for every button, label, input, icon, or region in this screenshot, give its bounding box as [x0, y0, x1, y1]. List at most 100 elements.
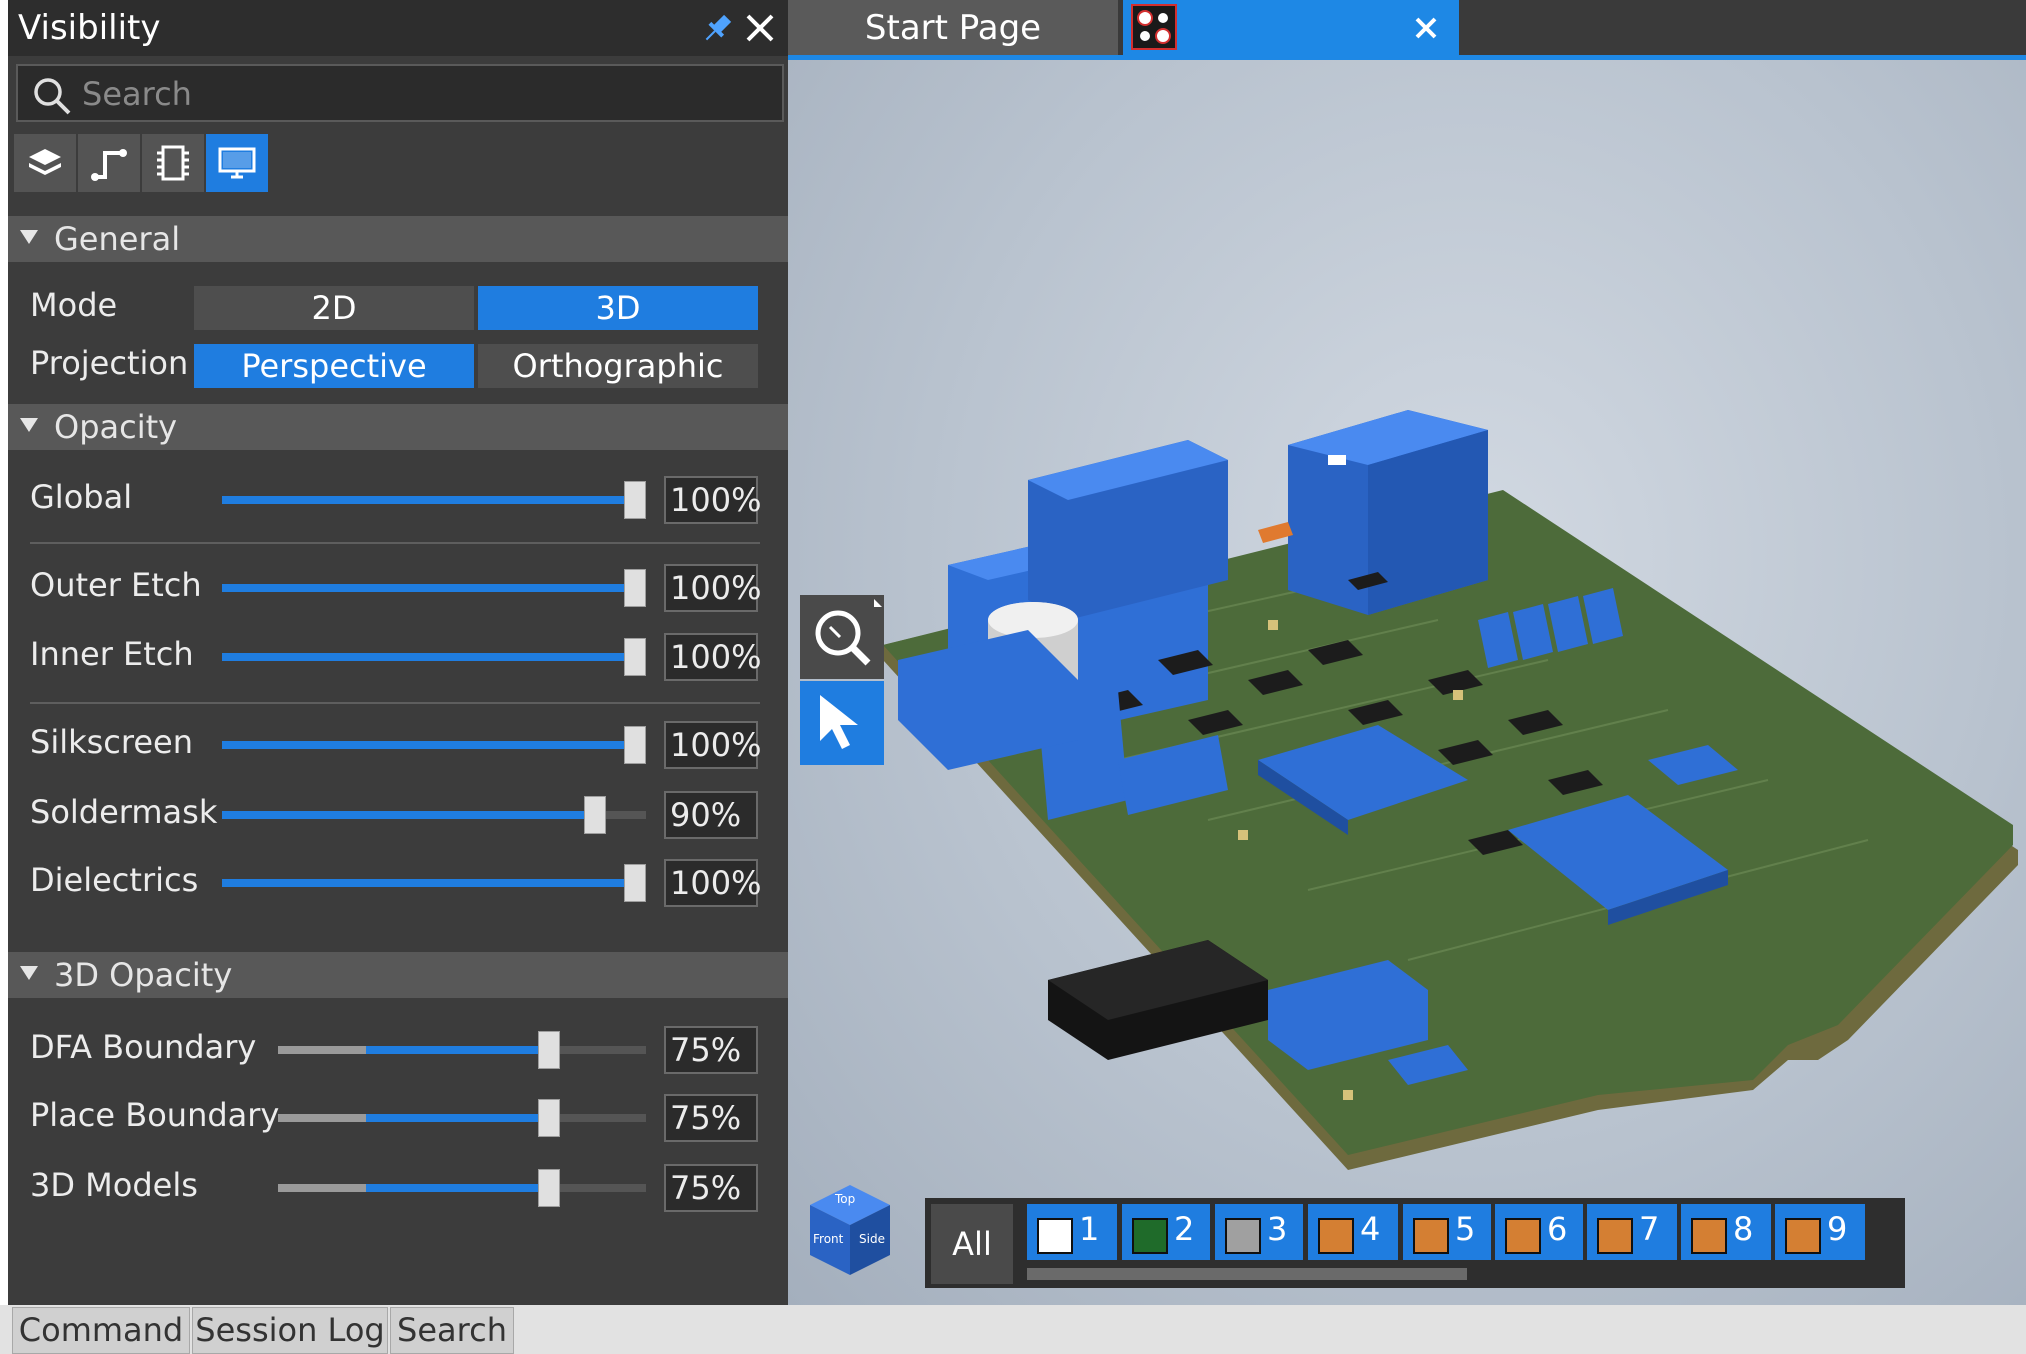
layer-color-swatch [1413, 1218, 1449, 1254]
search-box [16, 64, 784, 122]
mode-2d-button[interactable]: 2D [194, 286, 474, 330]
opacity-value-field[interactable]: 100% [664, 721, 761, 769]
zoom-tool-button[interactable] [800, 595, 884, 679]
layer-button-3[interactable]: 3 [1215, 1204, 1303, 1260]
tab-search[interactable]: Search [390, 1307, 514, 1354]
layer-button-8[interactable]: 8 [1681, 1204, 1771, 1260]
tab-board-design[interactable] [1123, 0, 1459, 56]
opacity-3d-slider-lead [278, 1114, 366, 1122]
opacity-value-field[interactable]: 100% [664, 476, 761, 524]
tab-board-title [1185, 0, 1405, 56]
layer-button-7[interactable]: 7 [1587, 1204, 1677, 1260]
opacity-slider-fill [222, 741, 628, 749]
opacity-3d-slider-fill [366, 1114, 542, 1122]
opacity-section-header[interactable]: Opacity [8, 404, 788, 450]
layer-button-5[interactable]: 5 [1403, 1204, 1491, 1260]
layer-number: 5 [1455, 1210, 1476, 1248]
opacity-value-field[interactable]: 90% [664, 791, 758, 839]
opacity-3d-value-field[interactable]: 75% [664, 1094, 758, 1142]
display-tool-button[interactable] [206, 134, 268, 192]
cursor-arrow-icon [820, 695, 858, 749]
opacity-3d-value-field[interactable]: 75% [664, 1026, 758, 1074]
visibility-panel: Visibility General Mode 2D 3D Projection… [8, 0, 788, 1305]
projection-orthographic-button[interactable]: Orthographic [478, 344, 758, 388]
layer-button-1[interactable]: 1 [1027, 1204, 1117, 1260]
component-tool-button[interactable] [142, 134, 204, 192]
panel-title-bar: Visibility [8, 0, 788, 56]
opacity-3d-slider-fill [366, 1046, 542, 1054]
panel-title: Visibility [18, 8, 161, 48]
mode-3d-button[interactable]: 3D [478, 286, 758, 330]
cube-front-label: Front [813, 1232, 844, 1246]
close-tab-icon[interactable] [1408, 10, 1444, 46]
viewport-tools [800, 595, 886, 765]
layer-number: 4 [1360, 1210, 1381, 1248]
layer-number: 8 [1733, 1210, 1754, 1248]
layer-number: 2 [1174, 1210, 1195, 1248]
layers-tool-button[interactable] [14, 134, 76, 192]
layer-button-6[interactable]: 6 [1495, 1204, 1583, 1260]
layer-scrollbar[interactable] [1027, 1268, 1467, 1280]
layer-color-swatch [1691, 1218, 1727, 1254]
cube-top-label: Top [835, 1192, 856, 1206]
opacity-slider-fill [222, 879, 628, 887]
opacity-3d-slider-thumb[interactable] [538, 1031, 560, 1069]
view-cube[interactable]: Top Front Side [805, 1180, 895, 1280]
layer-color-swatch [1318, 1218, 1354, 1254]
opacity-slider-thumb[interactable] [624, 726, 646, 764]
cube-side-label: Side [859, 1232, 885, 1246]
general-section-header[interactable]: General [8, 216, 788, 262]
layer-color-swatch [1505, 1218, 1541, 1254]
3d-viewport[interactable] [788, 60, 2026, 1305]
layer-color-swatch [1132, 1218, 1168, 1254]
tab-start-page[interactable]: Start Page [788, 0, 1118, 56]
projection-label: Projection [30, 344, 189, 382]
opacity-3d-label: Place Boundary [30, 1096, 280, 1134]
opacity-slider-fill [222, 811, 588, 819]
layer-button-2[interactable]: 2 [1122, 1204, 1210, 1260]
opacity-value-field[interactable]: 100% [664, 564, 761, 612]
collapse-triangle-icon [20, 418, 38, 432]
divider [30, 542, 760, 544]
opacity-label: Dielectrics [30, 861, 199, 899]
opacity-label: Inner Etch [30, 635, 194, 673]
tab-command[interactable]: Command [12, 1307, 190, 1354]
pcb-3d-model [883, 410, 2018, 1170]
opacity-slider-thumb[interactable] [624, 638, 646, 676]
close-icon[interactable] [740, 8, 780, 48]
layer-button-4[interactable]: 4 [1308, 1204, 1398, 1260]
opacity-value-field[interactable]: 100% [664, 633, 761, 681]
opacity-slider-fill [222, 496, 628, 504]
opacity-value-field[interactable]: 100% [664, 859, 761, 907]
opacity-slider-thumb[interactable] [624, 481, 646, 519]
display-icon [218, 147, 256, 179]
select-tool-button[interactable] [800, 681, 884, 765]
opacity-slider-thumb[interactable] [624, 864, 646, 902]
layer-button-9[interactable]: 9 [1775, 1204, 1865, 1260]
search-input[interactable] [80, 72, 760, 116]
all-layers-button[interactable]: All [931, 1204, 1013, 1284]
component-icon [157, 145, 189, 181]
zoom-icon [815, 599, 882, 666]
opacity-header-label: Opacity [54, 408, 178, 446]
tab-session-log[interactable]: Session Log [192, 1307, 388, 1354]
3d-opacity-section-header[interactable]: 3D Opacity [8, 952, 788, 998]
opacity-slider-fill [222, 584, 628, 592]
collapse-triangle-icon [20, 966, 38, 980]
bottom-tab-bar: Command Session Log Search [0, 1305, 2026, 1354]
layers-icon [29, 149, 61, 175]
projection-perspective-button[interactable]: Perspective [194, 344, 474, 388]
opacity-slider-thumb[interactable] [584, 796, 606, 834]
opacity-slider-thumb[interactable] [624, 569, 646, 607]
opacity-3d-value-field[interactable]: 75% [664, 1164, 758, 1212]
pcb-design-icon [1131, 4, 1177, 50]
pin-icon[interactable] [698, 10, 736, 48]
general-header-label: General [54, 220, 181, 258]
layer-color-swatch [1785, 1218, 1821, 1254]
opacity-3d-slider-thumb[interactable] [538, 1169, 560, 1207]
opacity-3d-slider-lead [278, 1046, 366, 1054]
opacity-3d-slider-thumb[interactable] [538, 1099, 560, 1137]
layer-color-swatch [1037, 1218, 1073, 1254]
trace-route-tool-button[interactable] [78, 134, 140, 192]
opacity-3d-label: DFA Boundary [30, 1028, 257, 1066]
